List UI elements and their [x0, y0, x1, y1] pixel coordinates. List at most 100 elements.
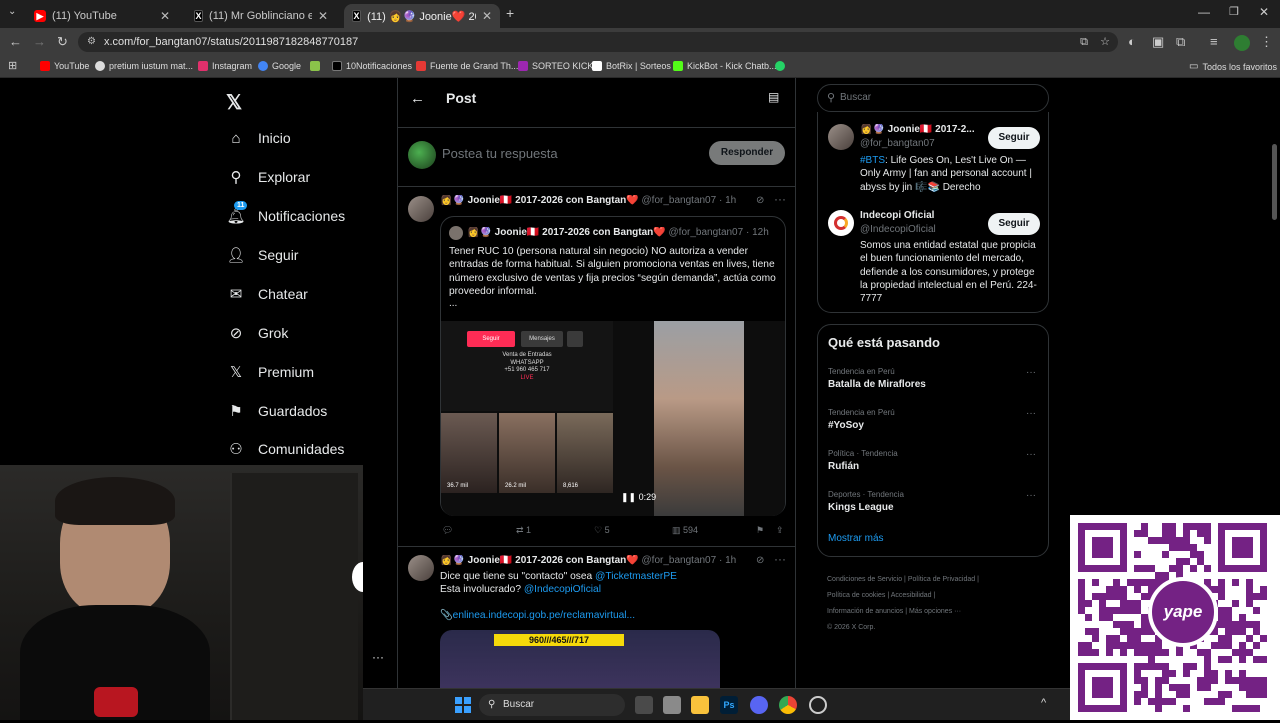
grok-icon[interactable]: ⊘: [756, 195, 764, 206]
mention-link[interactable]: @TicketmasterPE: [595, 571, 677, 582]
mention-link[interactable]: @IndecopiOficial: [524, 584, 601, 595]
trend-item[interactable]: Tendencia en Perú Batalla de Miraflores: [828, 367, 926, 390]
profile-name[interactable]: 👩‍🔮 Joonie🇵🇪 2017-2...: [860, 124, 978, 135]
taskbar-search[interactable]: ⚲ Buscar: [479, 694, 625, 716]
grok-icon[interactable]: ⊘: [756, 555, 764, 566]
reply-button[interactable]: Responder: [709, 141, 785, 165]
video-player[interactable]: Seguir Mensajes Venta de Entradas WHATSA…: [441, 321, 785, 516]
nav-chatear[interactable]: ✉ Chatear: [228, 286, 308, 303]
photoshop-icon[interactable]: Ps: [720, 696, 738, 714]
minimize-icon[interactable]: —: [1198, 5, 1210, 19]
x-logo-icon[interactable]: 𝕏: [226, 90, 242, 115]
more-icon[interactable]: ···: [774, 192, 786, 206]
nav-grok[interactable]: ⊘ Grok: [228, 325, 289, 342]
footer-link[interactable]: Política de Privacidad: [908, 576, 975, 583]
display-name[interactable]: 👩‍🔮 Joonie🇵🇪 2017-2026 con Bangtan❤️: [440, 555, 639, 566]
extensions-puzzle-icon[interactable]: ⧉: [1176, 34, 1185, 50]
apps-icon[interactable]: ⊞: [8, 59, 17, 72]
footer-link[interactable]: Condiciones de Servicio: [827, 576, 902, 583]
reload-icon[interactable]: ↻: [57, 34, 68, 50]
footer-link[interactable]: Información de anuncios: [827, 608, 903, 615]
bookmark-botrix[interactable]: BotRix | Sorteos: [592, 61, 671, 71]
nav-comunidades[interactable]: ⚇ Comunidades: [228, 441, 344, 458]
show-more-link[interactable]: Mostrar más: [828, 533, 884, 544]
avatar[interactable]: [408, 196, 434, 222]
nav-premium[interactable]: 𝕏 Premium: [228, 364, 314, 381]
nav-notificaciones[interactable]: 🔔︎ 11 Notificaciones: [226, 201, 345, 225]
more-icon[interactable]: ···: [1026, 367, 1036, 378]
repost-button[interactable]: ⇄ 1: [516, 525, 594, 536]
trend-item[interactable]: Política · Tendencia Rufián: [828, 449, 898, 472]
start-icon[interactable]: [455, 697, 471, 713]
share-icon[interactable]: ⇪: [776, 525, 784, 536]
search-input[interactable]: Buscar: [840, 92, 871, 103]
follow-button[interactable]: Seguir: [988, 213, 1040, 235]
back-icon[interactable]: ←: [9, 34, 22, 49]
bookmark-unnamed[interactable]: [310, 61, 320, 71]
forward-icon[interactable]: →: [33, 34, 46, 49]
tray-chevron-icon[interactable]: ^: [1041, 697, 1046, 709]
avatar[interactable]: [408, 555, 434, 581]
bookmark-whatsapp[interactable]: [775, 61, 785, 71]
nav-guardados[interactable]: ⚑ Guardados: [228, 403, 327, 420]
scrollbar-thumb[interactable]: [1272, 144, 1277, 220]
maximize-icon[interactable]: ❐: [1229, 5, 1239, 18]
bookmark-icon[interactable]: ⚑: [756, 525, 776, 536]
more-icon[interactable]: ···: [774, 552, 786, 566]
reply-input[interactable]: Postea tu respuesta: [442, 146, 558, 161]
extension-icon[interactable]: ◐: [1128, 34, 1136, 49]
more-options-icon[interactable]: ···: [372, 650, 384, 664]
extension-icon-2[interactable]: ▣: [1152, 34, 1164, 50]
display-name[interactable]: 👩‍🔮 Joonie🇵🇪 2017-2026 con Bangtan❤️: [440, 195, 639, 206]
indecopi-logo[interactable]: [828, 210, 854, 236]
app-icon[interactable]: [663, 696, 681, 714]
install-icon[interactable]: ⧉: [1080, 32, 1088, 52]
external-link[interactable]: 📎enlinea.indecopi.gob.pe/reclamavirtual.…: [440, 610, 635, 621]
menu-icon[interactable]: ⋮: [1260, 34, 1273, 50]
footer-link[interactable]: Más opciones ···: [909, 608, 961, 615]
all-bookmarks[interactable]: ▭ Todos los favoritos: [1189, 61, 1277, 72]
bookmark-star-icon[interactable]: ☆: [1100, 32, 1110, 52]
tab-youtube[interactable]: ▶ (11) YouTube ✕: [26, 4, 178, 28]
reply-icon[interactable]: 💬︎: [442, 525, 516, 536]
profile-name[interactable]: Indecopi Oficial: [860, 210, 934, 221]
close-tab-icon[interactable]: ✕: [160, 9, 170, 23]
like-button[interactable]: ♡ 5: [594, 525, 672, 536]
trend-item[interactable]: Tendencia en Perú #YoSoy: [828, 408, 895, 431]
tab-search-icon[interactable]: ⌄: [8, 6, 16, 17]
nav-inicio[interactable]: ⌂ Inicio: [228, 130, 290, 147]
bookmark-youtube[interactable]: YouTube: [40, 61, 89, 71]
new-tab-icon[interactable]: +: [506, 5, 514, 21]
task-view-icon[interactable]: [635, 696, 653, 714]
close-tab-icon[interactable]: ✕: [318, 9, 328, 23]
search-box[interactable]: ⚲ Buscar: [817, 84, 1049, 112]
nav-explorar[interactable]: ⚲ Explorar: [228, 169, 311, 186]
bookmark-pretium[interactable]: pretium iustum mat...: [95, 61, 193, 71]
bookmark-google[interactable]: Google: [258, 61, 301, 71]
trend-item[interactable]: Deportes · Tendencia Kings League: [828, 490, 904, 513]
close-tab-icon[interactable]: ✕: [482, 9, 492, 23]
bookmark-kickbot[interactable]: KickBot - Kick Chatb...: [673, 61, 777, 71]
more-icon[interactable]: ···: [1026, 449, 1036, 460]
bookmark-sorteo-kick[interactable]: SORTEO KICK: [518, 61, 593, 71]
media-icon[interactable]: ≡: [1210, 34, 1218, 49]
more-icon[interactable]: ···: [1026, 408, 1036, 419]
avatar[interactable]: [828, 124, 854, 150]
address-bar[interactable]: ⚙ x.com/for_bangtan07/status/20119871828…: [78, 32, 1118, 52]
views-button[interactable]: ▥ 594: [672, 525, 756, 536]
tab-joonie[interactable]: X (11) 👩🔮 Joonie❤️ 2017-2026 ✕: [344, 4, 500, 28]
discord-icon[interactable]: [750, 696, 768, 714]
bookmark-grand-theft[interactable]: Fuente de Grand Th...: [416, 61, 518, 71]
tab-goblinciano[interactable]: X (11) Mr Goblinciano en X: "Oe ✕: [186, 4, 336, 28]
bookmark-instagram[interactable]: Instagram: [198, 61, 252, 71]
follow-button[interactable]: Seguir: [988, 127, 1040, 149]
bookmark-10notificaciones[interactable]: 10Notificaciones: [332, 61, 412, 71]
profile-avatar[interactable]: [1234, 35, 1250, 51]
reader-icon[interactable]: ▤: [768, 90, 779, 104]
chrome-icon[interactable]: [779, 696, 797, 714]
footer-link[interactable]: Política de cookies: [827, 592, 885, 599]
app-icon[interactable]: [809, 696, 827, 714]
quoted-tweet[interactable]: 👩‍🔮 Joonie🇵🇪 2017-2026 con Bangtan❤️ @fo…: [440, 216, 786, 516]
close-window-icon[interactable]: ✕: [1259, 5, 1269, 19]
more-icon[interactable]: ···: [1026, 490, 1036, 501]
